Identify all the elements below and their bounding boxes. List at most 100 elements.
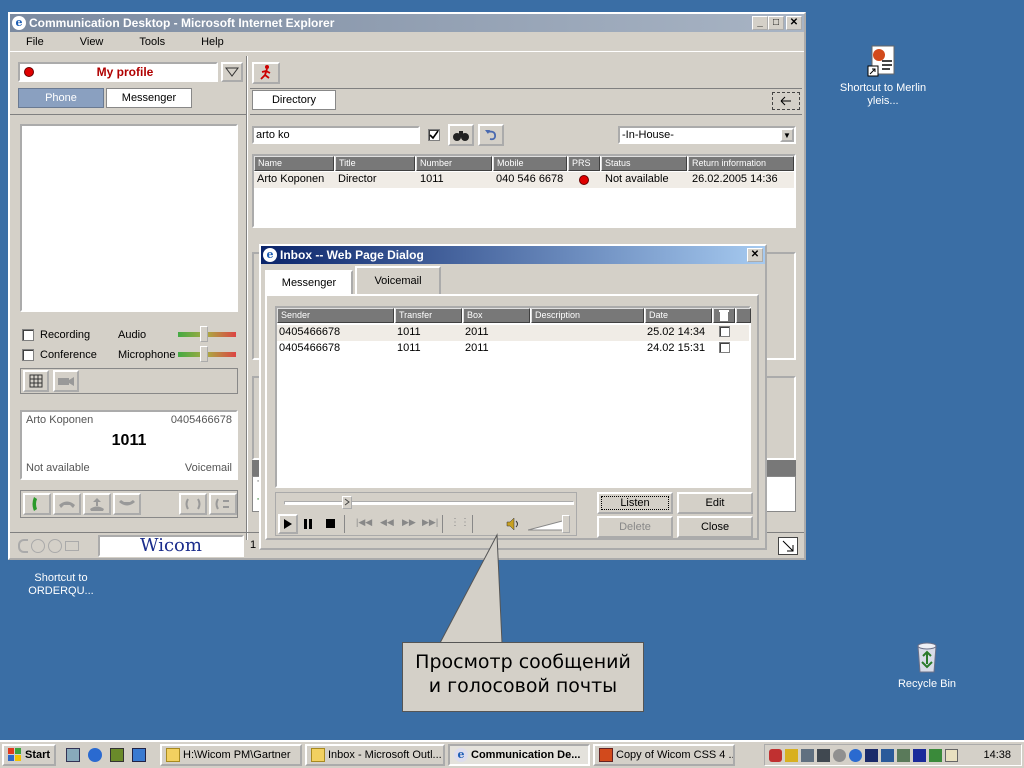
network-icon[interactable]	[801, 748, 814, 762]
row-select-checkbox[interactable]	[719, 342, 730, 353]
col-header-title[interactable]: Title	[335, 156, 415, 171]
show-desktop-icon[interactable]	[66, 748, 80, 762]
conference-call-button[interactable]	[179, 493, 207, 515]
col-header-sender[interactable]: Sender	[277, 308, 394, 323]
hangup-button[interactable]	[53, 493, 81, 515]
minimize-button[interactable]: _	[752, 16, 768, 30]
rewind-icon[interactable]: ◀◀	[380, 517, 394, 528]
main-titlebar[interactable]: e Communication Desktop - Microsoft Inte…	[10, 14, 804, 32]
col-header-date[interactable]: Date	[645, 308, 712, 323]
desktop-icon-merlin[interactable]: Shortcut to Merlin yleis...	[838, 44, 928, 108]
edit-button[interactable]: Edit	[677, 492, 753, 514]
volume-thumb[interactable]	[562, 515, 570, 533]
col-header-transfer[interactable]: Transfer	[395, 308, 462, 323]
start-button[interactable]: Start	[2, 744, 56, 766]
col-header-name[interactable]: Name	[254, 156, 334, 171]
answer-button[interactable]	[23, 493, 51, 515]
col-header-prs[interactable]: PRS	[568, 156, 600, 171]
volume-tray-icon[interactable]	[785, 748, 798, 762]
tab-directory[interactable]: Directory	[252, 90, 336, 110]
close-dialog-button[interactable]: Close	[677, 516, 753, 538]
task-outlook-inbox[interactable]: Inbox - Microsoft Outl...	[305, 744, 445, 766]
recording-checkbox[interactable]	[22, 329, 34, 341]
directory-search-input[interactable]	[252, 126, 420, 144]
col-header-box[interactable]: Box	[463, 308, 530, 323]
dialog-close-button[interactable]: ✕	[747, 248, 763, 262]
resize-grip-button[interactable]	[778, 537, 798, 555]
fast-forward-icon[interactable]: ▶▶	[402, 517, 416, 528]
audio-slider-thumb[interactable]	[200, 326, 208, 342]
stop-icon[interactable]	[326, 519, 335, 528]
audio-slider[interactable]	[178, 326, 236, 342]
profile-dropdown-button[interactable]	[221, 62, 243, 82]
profile-selector[interactable]: My profile	[18, 62, 218, 82]
col-header-status[interactable]: Status	[601, 156, 687, 171]
mail-notification-icon[interactable]	[945, 748, 958, 762]
seek-thumb[interactable]	[342, 496, 352, 509]
tools-icon[interactable]	[897, 748, 910, 762]
menu-view[interactable]: View	[72, 36, 114, 48]
checkmark-icon[interactable]	[929, 748, 942, 762]
dialog-titlebar[interactable]: e Inbox -- Web Page Dialog ✕	[261, 246, 765, 264]
col-header-mobile[interactable]: Mobile	[493, 156, 567, 171]
desktop-icon-recycle-bin[interactable]: Recycle Bin	[882, 640, 972, 691]
hold-button[interactable]	[113, 493, 141, 515]
close-button[interactable]: ✕	[786, 16, 802, 30]
speaker-icon[interactable]	[506, 517, 520, 531]
table-row[interactable]: 0405466678 1011 2011 24.02 15:31	[277, 341, 749, 357]
tab-messenger[interactable]: Messenger	[106, 88, 192, 108]
messenger-tray-icon[interactable]	[849, 748, 862, 762]
language-indicator-icon[interactable]	[913, 748, 926, 762]
listen-button[interactable]: Listen	[597, 492, 673, 514]
col-header-delete[interactable]	[713, 308, 735, 323]
monitor-icon[interactable]	[817, 748, 830, 762]
skip-start-icon[interactable]: |◀◀	[356, 517, 372, 528]
menu-tools[interactable]: Tools	[131, 36, 175, 48]
table-row[interactable]: 0405466678 1011 2011 25.02 14:34	[277, 325, 749, 341]
collapse-panel-button[interactable]	[772, 92, 800, 110]
desktop-icon-orderqu[interactable]: Shortcut to ORDERQU...	[16, 558, 106, 598]
seek-track[interactable]	[284, 501, 574, 505]
app-launch-icon[interactable]	[110, 748, 124, 762]
connection-icon[interactable]	[833, 748, 846, 762]
scope-select[interactable]: -In-House- ▼	[618, 126, 796, 144]
transfer-button[interactable]	[83, 493, 111, 515]
volume-slider[interactable]	[527, 515, 570, 533]
delete-button[interactable]: Delete	[597, 516, 673, 538]
exit-button[interactable]	[252, 62, 280, 84]
dialog-tab-voicemail[interactable]: Voicemail	[355, 266, 441, 296]
ie-launch-icon[interactable]	[88, 748, 102, 762]
skip-end-icon[interactable]: ▶▶|	[422, 517, 438, 528]
tab-phone[interactable]: Phone	[18, 88, 104, 108]
keypad-button[interactable]	[23, 370, 49, 392]
microphone-slider-thumb[interactable]	[200, 346, 208, 362]
col-header-description[interactable]: Description	[531, 308, 644, 323]
search-option-checkbox[interactable]	[428, 129, 440, 141]
security-icon[interactable]	[881, 748, 894, 762]
shield-icon[interactable]	[769, 748, 782, 762]
task-communication-desktop[interactable]: e Communication De...	[448, 744, 590, 766]
clock[interactable]: 14:38	[983, 749, 1011, 761]
redirect-button[interactable]	[209, 493, 237, 515]
menu-help[interactable]: Help	[193, 36, 234, 48]
antivirus-icon[interactable]	[865, 748, 878, 762]
search-button[interactable]	[448, 124, 474, 146]
video-camera-button[interactable]	[53, 370, 79, 392]
dialog-tab-messenger[interactable]: Messenger	[265, 270, 353, 296]
pause-icon[interactable]	[304, 519, 312, 529]
table-row[interactable]: Arto Koponen Director 1011 040 546 6678 …	[254, 172, 794, 188]
outlook-launch-icon[interactable]	[132, 748, 146, 762]
playlist-icon[interactable]: ⋮⋮	[450, 517, 470, 528]
maximize-button[interactable]: □	[768, 16, 784, 30]
play-button[interactable]	[278, 514, 298, 534]
row-select-checkbox[interactable]	[719, 326, 730, 337]
conference-checkbox[interactable]	[22, 349, 34, 361]
microphone-slider[interactable]	[178, 346, 236, 362]
undo-search-button[interactable]	[478, 124, 504, 146]
col-header-return-info[interactable]: Return information	[688, 156, 794, 171]
menu-file[interactable]: File	[18, 36, 54, 48]
col-header-number[interactable]: Number	[416, 156, 492, 171]
task-gartner-folder[interactable]: H:\Wicom PM\Gartner	[160, 744, 302, 766]
chevron-down-icon[interactable]: ▼	[780, 128, 794, 142]
task-wicom-css[interactable]: Copy of Wicom CSS 4 ...	[593, 744, 735, 766]
